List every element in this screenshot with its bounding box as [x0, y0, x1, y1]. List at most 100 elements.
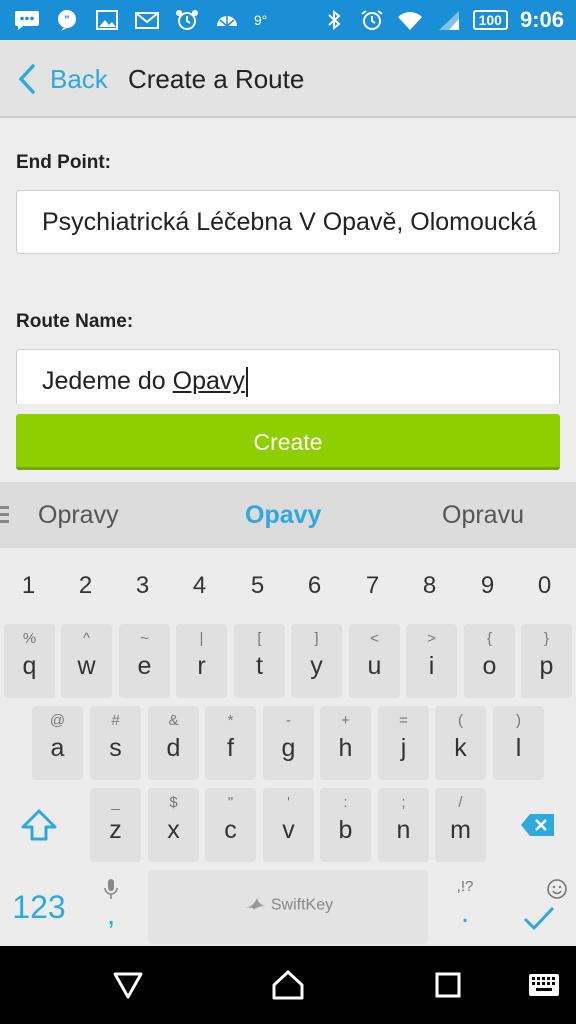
suggestion-center[interactable]: Opavy [245, 482, 321, 548]
suggestion-right[interactable]: Opravu [442, 482, 524, 548]
bluetooth-icon [321, 9, 347, 31]
chat-icon [14, 9, 40, 31]
key-n[interactable]: ; n [378, 788, 429, 862]
key-6[interactable]: 6 [286, 548, 343, 624]
key-t-label: t [256, 652, 263, 680]
key-n-label: n [396, 816, 411, 844]
key-b-label: b [338, 816, 353, 844]
key-d[interactable]: & d [148, 706, 199, 780]
key-t-secondary: [ [257, 630, 262, 647]
key-0[interactable]: 0 [516, 548, 573, 624]
key-q-label: q [22, 652, 37, 680]
key-j[interactable]: = j [378, 706, 429, 780]
key-d-secondary: & [168, 712, 179, 729]
backspace-icon [521, 814, 554, 836]
end-point-value: Psychiatrická Léčebna V Opavě, Olomoucká [42, 208, 537, 236]
key-2[interactable]: 2 [57, 548, 114, 624]
key-b[interactable]: :b [320, 788, 371, 862]
key-h[interactable]: + h [320, 706, 371, 780]
keyboard-switch-button[interactable] [514, 960, 574, 1010]
status-bar: " 9° 100 9:06 [0, 0, 576, 40]
key-x-label: x [167, 816, 180, 844]
recents-square-icon [435, 972, 461, 998]
key-z[interactable]: _ z [90, 788, 141, 862]
keyboard: 1 2 3 4 5 6 7 8 9 0 % q ^ w ~ e | r [t ] y < u… [0, 548, 576, 946]
key-9[interactable]: 9 [459, 548, 516, 624]
microphone-icon [104, 879, 118, 899]
backspace-key[interactable] [506, 788, 570, 862]
key-m-label: m [450, 816, 471, 844]
key-f[interactable]: * f [205, 706, 256, 780]
key-5[interactable]: 5 [229, 548, 286, 624]
message-icon: " [54, 9, 80, 31]
key-l-secondary: ) [516, 712, 521, 729]
number-row: 1 2 3 4 5 6 7 8 9 0 [0, 548, 576, 624]
key-a[interactable]: @ a [32, 706, 83, 780]
nav-home-button[interactable] [258, 960, 318, 1010]
key-v[interactable]: ' v [263, 788, 314, 862]
route-name-field[interactable]: Jedeme do Opavy [16, 349, 560, 404]
key-m[interactable]: / m [435, 788, 486, 862]
key-8[interactable]: 8 [401, 548, 458, 624]
period-key[interactable]: ,!? . [438, 870, 492, 944]
space-key[interactable]: SwiftKey [148, 870, 428, 944]
key-o[interactable]: {o [464, 624, 515, 698]
key-7[interactable]: 7 [344, 548, 401, 624]
text-cursor [245, 367, 248, 398]
key-x-secondary: $ [169, 794, 178, 811]
key-p[interactable]: } p [521, 624, 572, 698]
key-y-label: y [310, 652, 323, 680]
key-j-label: j [400, 734, 407, 762]
key-l[interactable]: ) l [493, 706, 544, 780]
key-g[interactable]: -g [263, 706, 314, 780]
key-m-secondary: / [458, 794, 463, 811]
swiftkey-logo-icon [243, 896, 267, 915]
key-r[interactable]: | r [176, 624, 227, 698]
key-f-secondary: * [227, 712, 234, 729]
comma-key[interactable]: , [84, 870, 138, 944]
menu-grip-icon[interactable] [0, 506, 10, 527]
key-k[interactable]: (k [435, 706, 486, 780]
key-d-label: d [166, 734, 181, 762]
key-c[interactable]: " c [205, 788, 256, 862]
key-t[interactable]: [t [234, 624, 285, 698]
key-c-label: c [224, 816, 237, 844]
key-s[interactable]: # s [90, 706, 141, 780]
key-e[interactable]: ~ e [119, 624, 170, 698]
key-j-secondary: = [399, 712, 408, 729]
key-u[interactable]: < u [349, 624, 400, 698]
mail-icon [134, 9, 160, 31]
route-form: End Point: Psychiatrická Léčebna V Opavě… [0, 120, 576, 404]
route-name-text: Jedeme do [42, 367, 173, 395]
alarm-clock-icon [359, 9, 385, 31]
wifi-icon [397, 9, 423, 31]
key-a-secondary: @ [49, 712, 66, 729]
nav-back-button[interactable] [98, 960, 158, 1010]
key-x[interactable]: $ x [148, 788, 199, 862]
key-1[interactable]: 1 [0, 548, 57, 624]
battery-icon: 100 [472, 10, 508, 30]
key-i-label: i [428, 652, 435, 680]
key-g-secondary: - [286, 712, 291, 729]
key-w[interactable]: ^ w [61, 624, 112, 698]
emoji-icon [547, 879, 567, 899]
key-3[interactable]: 3 [114, 548, 171, 624]
numbers-mode-key[interactable]: 123 [4, 870, 74, 944]
key-h-secondary: + [341, 712, 350, 729]
app-bar: Back Create a Route [0, 40, 576, 118]
key-i[interactable]: > i [406, 624, 457, 698]
key-y[interactable]: ] y [291, 624, 342, 698]
end-point-field[interactable]: Psychiatrická Léčebna V Opavě, Olomoucká [16, 190, 560, 254]
nav-back-triangle-icon [113, 972, 143, 999]
back-button[interactable]: Back [16, 54, 108, 104]
key-q[interactable]: % q [4, 624, 55, 698]
suggestion-left[interactable]: Opravy [38, 482, 119, 548]
key-v-secondary: ' [287, 794, 290, 811]
shift-key[interactable] [8, 788, 70, 862]
shift-arrow-icon [21, 809, 57, 841]
key-u-secondary: < [370, 630, 379, 647]
key-4[interactable]: 4 [171, 548, 228, 624]
enter-key[interactable] [502, 870, 572, 944]
create-button[interactable]: Create [16, 414, 560, 470]
nav-recents-button[interactable] [418, 960, 478, 1010]
